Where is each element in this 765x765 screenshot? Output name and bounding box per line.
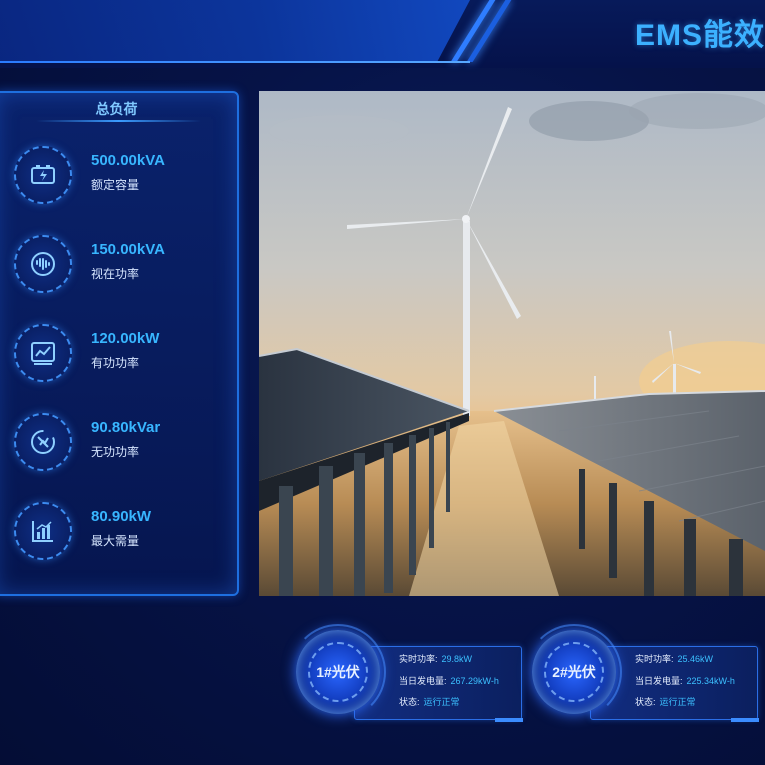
metric-label: 视在功率: [91, 267, 140, 281]
battery-icon: [14, 146, 72, 204]
header-bar: EMS能效: [0, 0, 765, 68]
page-title: EMS能效: [634, 19, 765, 52]
total-load-panel: 总负荷 500.00kVA 额定容量 150.00kVA 视在功率 120.00…: [0, 91, 239, 596]
header-underline: [0, 61, 470, 63]
line-chart-icon: [14, 324, 72, 382]
daily-gen-label: 当日发电量:: [399, 676, 447, 686]
metric-max-demand: 80.90kW 最大需量: [14, 502, 234, 564]
realtime-power-value: 25.46kW: [677, 654, 714, 664]
realtime-power-row: 实时功率: 25.46kW: [635, 652, 713, 665]
metric-active-power: 120.00kW 有功功率: [14, 324, 234, 386]
daily-gen-row: 当日发电量: 225.34kW-h: [635, 674, 735, 687]
bar-chart-icon: [14, 502, 72, 560]
pv-unit-1-card[interactable]: 实时功率: 29.8kW 当日发电量: 267.29kW-h 状态: 运行正常 1#光…: [290, 624, 536, 724]
pv-unit-name: 1#光伏: [316, 664, 360, 680]
realtime-power-label: 实时功率:: [399, 654, 438, 664]
metric-value: 80.90kW: [91, 508, 152, 525]
daily-gen-value: 267.29kW-h: [450, 676, 499, 686]
panel-title: 总负荷: [95, 101, 138, 117]
realtime-power-row: 实时功率: 29.8kW: [399, 652, 472, 665]
realtime-power-label: 实时功率:: [635, 654, 674, 664]
daily-gen-row: 当日发电量: 267.29kW-h: [399, 674, 499, 687]
status-label: 状态:: [399, 697, 420, 707]
metric-apparent-power: 150.00kVA 视在功率: [14, 235, 234, 297]
status-row: 状态: 运行正常: [399, 695, 460, 708]
metric-label: 有功功率: [91, 356, 140, 370]
waveform-icon: [14, 235, 72, 293]
metric-rated-capacity: 500.00kVA 额定容量: [14, 146, 234, 208]
metric-value: 120.00kW: [91, 330, 160, 347]
realtime-power-value: 29.8kW: [441, 654, 473, 664]
metric-label: 无功功率: [91, 445, 140, 459]
metric-label: 最大需量: [91, 534, 140, 548]
status-value: 运行正常: [659, 697, 696, 707]
gauge-icon: [14, 413, 72, 471]
daily-gen-value: 225.34kW-h: [686, 676, 735, 686]
wind-solar-photo: [259, 91, 765, 596]
metric-value: 150.00kVA: [91, 241, 165, 258]
metric-value: 500.00kVA: [91, 152, 165, 169]
daily-gen-label: 当日发电量:: [635, 676, 683, 686]
status-label: 状态:: [635, 697, 656, 707]
header-band: [0, 0, 470, 62]
pv-unit-name: 2#光伏: [552, 664, 596, 680]
status-value: 运行正常: [423, 697, 460, 707]
metric-value: 90.80kVar: [91, 419, 161, 436]
metric-label: 额定容量: [91, 178, 140, 192]
pv-unit-2-card[interactable]: 实时功率: 25.46kW 当日发电量: 225.34kW-h 状态: 运行正常 2#…: [526, 624, 765, 724]
status-row: 状态: 运行正常: [635, 695, 696, 708]
panel-title-underline: [36, 120, 201, 122]
metric-reactive-power: 90.80kVar 无功功率: [14, 413, 234, 475]
